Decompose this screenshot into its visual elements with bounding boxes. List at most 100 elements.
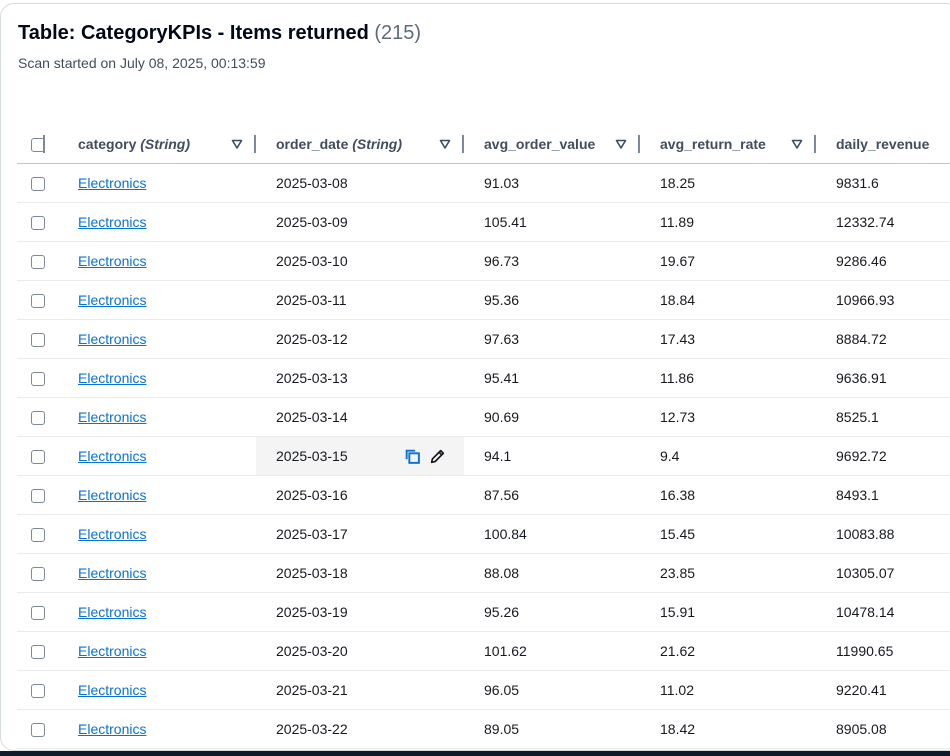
cell-order-date[interactable]: 2025-03-12	[256, 319, 464, 359]
cell-order-date[interactable]: 2025-03-17	[256, 514, 464, 554]
category-link[interactable]: Electronics	[78, 409, 146, 425]
cell-order-date[interactable]: 2025-03-22	[256, 709, 464, 749]
cell-avg-return-rate[interactable]: 17.43	[640, 319, 816, 359]
cell-avg-order-value[interactable]: 101.62	[464, 631, 640, 671]
row-checkbox[interactable]	[31, 723, 45, 738]
cell-daily-revenue[interactable]: 9286.46	[816, 241, 950, 281]
category-link[interactable]: Electronics	[78, 292, 146, 308]
row-checkbox[interactable]	[31, 216, 45, 231]
cell-avg-return-rate[interactable]: 18.84	[640, 280, 816, 320]
row-checkbox[interactable]	[31, 645, 45, 660]
row-checkbox[interactable]	[31, 684, 45, 699]
cell-avg-order-value[interactable]: 94.1	[464, 436, 640, 476]
row-checkbox[interactable]	[31, 255, 45, 270]
sort-caret-down-icon[interactable]	[791, 138, 803, 150]
category-link[interactable]: Electronics	[78, 604, 146, 620]
category-link[interactable]: Electronics	[78, 253, 146, 269]
table-row[interactable]: Electronics 2025-03-14 90.69 12.73 8525.1	[17, 397, 950, 437]
column-header-category[interactable]: category (String)	[61, 124, 256, 164]
table-row[interactable]: Electronics 2025-03-11 95.36 18.84 10966.93	[17, 280, 950, 320]
cell-avg-order-value[interactable]: 105.41	[464, 202, 640, 242]
cell-daily-revenue[interactable]: 8525.1	[816, 397, 950, 437]
cell-order-date[interactable]: 2025-03-18	[256, 553, 464, 593]
cell-avg-return-rate[interactable]: 15.45	[640, 514, 816, 554]
sort-caret-down-icon[interactable]	[231, 138, 243, 150]
cell-avg-order-value[interactable]: 88.08	[464, 553, 640, 593]
cell-avg-order-value[interactable]: 100.84	[464, 514, 640, 554]
category-link[interactable]: Electronics	[78, 175, 146, 191]
column-header-avg-order-value[interactable]: avg_order_value	[464, 124, 640, 164]
cell-avg-return-rate[interactable]: 16.38	[640, 475, 816, 515]
copy-icon[interactable]	[404, 448, 421, 465]
sort-caret-down-icon[interactable]	[439, 138, 451, 150]
table-row[interactable]: Electronics 2025-03-18 88.08 23.85 10305.07	[17, 553, 950, 593]
cell-order-date[interactable]: 2025-03-19	[256, 592, 464, 632]
table-row[interactable]: Electronics 2025-03-09 105.41 11.89 12332.74	[17, 202, 950, 242]
cell-avg-return-rate[interactable]: 18.42	[640, 709, 816, 749]
cell-daily-revenue[interactable]: 9692.72	[816, 436, 950, 476]
table-row[interactable]: Electronics 2025-03-20 101.62 21.62 11990.65	[17, 631, 950, 671]
table-row[interactable]: Electronics 2025-03-17 100.84 15.45 10083.88	[17, 514, 950, 554]
cell-order-date[interactable]: 2025-03-13	[256, 358, 464, 398]
table-row[interactable]: Electronics 2025-03-10 96.73 19.67 9286.46	[17, 241, 950, 281]
category-link[interactable]: Electronics	[78, 370, 146, 386]
cell-avg-order-value[interactable]: 90.69	[464, 397, 640, 437]
row-checkbox[interactable]	[31, 528, 45, 543]
cell-avg-order-value[interactable]: 95.41	[464, 358, 640, 398]
cell-order-date[interactable]: 2025-03-15	[256, 436, 464, 476]
row-checkbox[interactable]	[31, 372, 45, 387]
category-link[interactable]: Electronics	[78, 643, 146, 659]
cell-avg-return-rate[interactable]: 9.4	[640, 436, 816, 476]
cell-avg-order-value[interactable]: 89.05	[464, 709, 640, 749]
table-row[interactable]: Electronics 2025-03-21 96.05 11.02 9220.41	[17, 670, 950, 710]
table-row[interactable]: Electronics 2025-03-22 89.05 18.42 8905.08	[17, 709, 950, 749]
cell-daily-revenue[interactable]: 10083.88	[816, 514, 950, 554]
row-checkbox[interactable]	[31, 567, 45, 582]
cell-avg-order-value[interactable]: 95.36	[464, 280, 640, 320]
category-link[interactable]: Electronics	[78, 526, 146, 542]
category-link[interactable]: Electronics	[78, 682, 146, 698]
column-header-avg-return-rate[interactable]: avg_return_rate	[640, 124, 816, 164]
table-row[interactable]: Electronics 2025-03-19 95.26 15.91 10478.14	[17, 592, 950, 632]
cell-avg-return-rate[interactable]: 19.67	[640, 241, 816, 281]
cell-avg-order-value[interactable]: 95.26	[464, 592, 640, 632]
column-header-order-date[interactable]: order_date (String)	[256, 124, 464, 164]
cell-order-date[interactable]: 2025-03-16	[256, 475, 464, 515]
row-checkbox[interactable]	[31, 294, 45, 309]
cell-daily-revenue[interactable]: 10478.14	[816, 592, 950, 632]
cell-daily-revenue[interactable]: 8493.1	[816, 475, 950, 515]
category-link[interactable]: Electronics	[78, 214, 146, 230]
row-checkbox[interactable]	[31, 450, 45, 465]
row-checkbox[interactable]	[31, 177, 45, 192]
sort-caret-down-icon[interactable]	[615, 138, 627, 150]
cell-avg-return-rate[interactable]: 11.86	[640, 358, 816, 398]
cell-avg-return-rate[interactable]: 12.73	[640, 397, 816, 437]
cell-avg-return-rate[interactable]: 21.62	[640, 631, 816, 671]
cell-avg-order-value[interactable]: 97.63	[464, 319, 640, 359]
row-checkbox[interactable]	[31, 411, 45, 426]
cell-daily-revenue[interactable]: 8884.72	[816, 319, 950, 359]
cell-order-date[interactable]: 2025-03-09	[256, 202, 464, 242]
cell-avg-return-rate[interactable]: 11.89	[640, 202, 816, 242]
cell-daily-revenue[interactable]: 10305.07	[816, 553, 950, 593]
cell-order-date[interactable]: 2025-03-21	[256, 670, 464, 710]
cell-avg-return-rate[interactable]: 18.25	[640, 163, 816, 203]
cell-avg-order-value[interactable]: 96.73	[464, 241, 640, 281]
cell-order-date[interactable]: 2025-03-08	[256, 163, 464, 203]
cell-avg-return-rate[interactable]: 11.02	[640, 670, 816, 710]
cell-avg-return-rate[interactable]: 23.85	[640, 553, 816, 593]
table-row[interactable]: Electronics 2025-03-08 91.03 18.25 9831.6	[17, 163, 950, 203]
table-row[interactable]: Electronics 2025-03-16 87.56 16.38 8493.1	[17, 475, 950, 515]
category-link[interactable]: Electronics	[78, 565, 146, 581]
row-checkbox[interactable]	[31, 333, 45, 348]
cell-avg-order-value[interactable]: 87.56	[464, 475, 640, 515]
cell-daily-revenue[interactable]: 12332.74	[816, 202, 950, 242]
pencil-edit-icon[interactable]	[429, 448, 446, 465]
row-checkbox[interactable]	[31, 606, 45, 621]
category-link[interactable]: Electronics	[78, 331, 146, 347]
column-header-daily-revenue[interactable]: daily_revenue	[816, 124, 950, 164]
cell-daily-revenue[interactable]: 9636.91	[816, 358, 950, 398]
table-row[interactable]: Electronics 2025-03-15 94.1 9.4 9692.72	[17, 436, 950, 476]
cell-order-date[interactable]: 2025-03-14	[256, 397, 464, 437]
cell-daily-revenue[interactable]: 9831.6	[816, 163, 950, 203]
